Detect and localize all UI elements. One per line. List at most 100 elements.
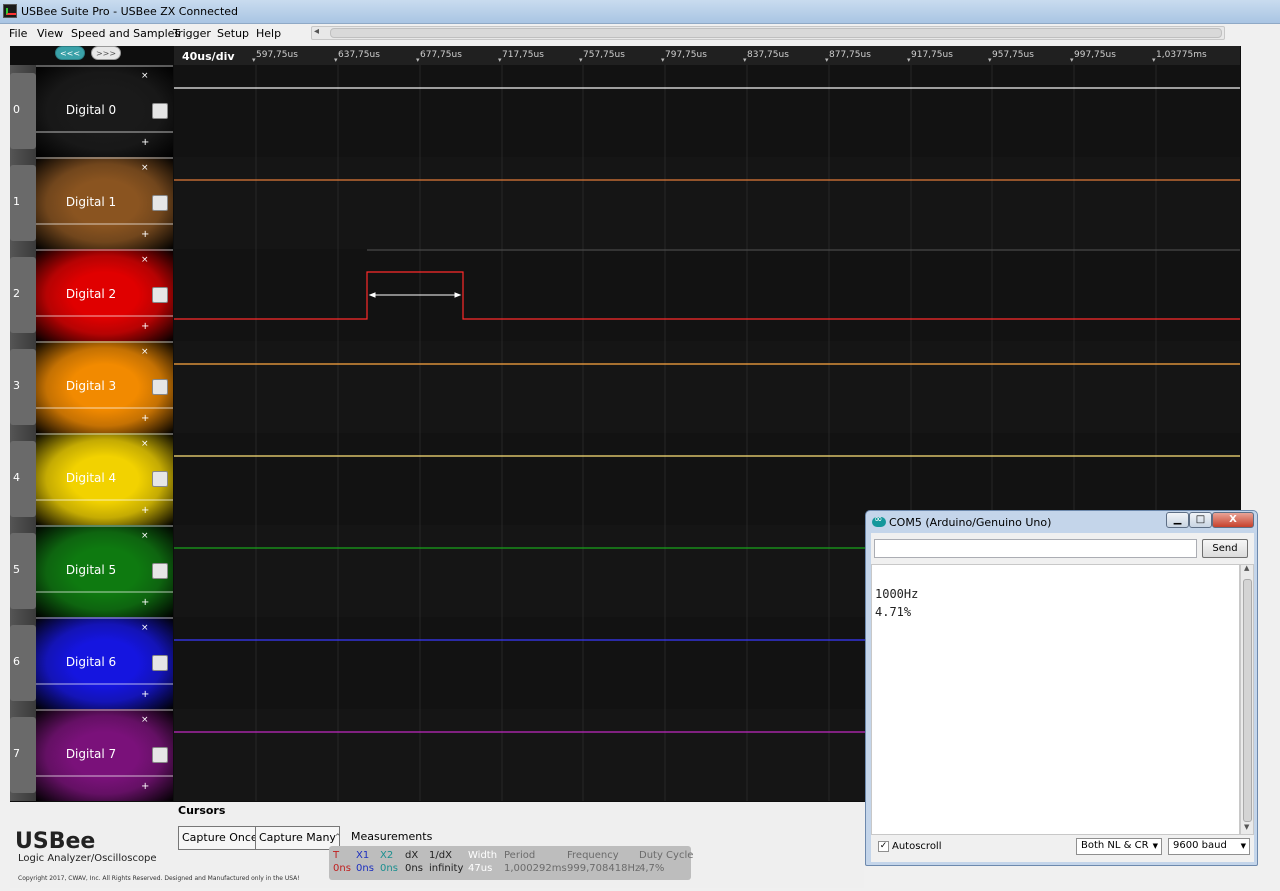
menu-speed-and-samples[interactable]: Speed and Samples [71, 27, 180, 40]
serial-line: 4.71% [875, 605, 912, 619]
copyright-text: Copyright 2017, CWAV, Inc. All Rights Re… [18, 875, 300, 882]
channel-name: Digital 2 [65, 287, 117, 301]
capture-once-button[interactable]: Capture Once [178, 826, 262, 850]
zoom-in-icon[interactable]: + [141, 597, 149, 608]
zoom-out-icon[interactable]: × [141, 71, 149, 81]
zoom-in-icon[interactable]: + [141, 505, 149, 516]
line-ending-select[interactable]: Both NL & CR ▼ [1076, 838, 1162, 855]
close-button[interactable]: X [1212, 512, 1254, 528]
serial-input[interactable] [874, 539, 1197, 558]
zoom-out-icon[interactable]: × [141, 347, 149, 357]
channel-checkbox[interactable] [152, 379, 168, 395]
zoom-out-icon[interactable]: × [141, 439, 149, 449]
autoscroll-label: Autoscroll [892, 841, 942, 852]
measurement-x2: X2 0ns [380, 850, 398, 874]
time-tick: 797,75us [661, 50, 707, 64]
baud-rate-select[interactable]: 9600 baud ▼ [1168, 838, 1250, 855]
channel-name: Digital 1 [65, 195, 117, 209]
channel-checkbox[interactable] [152, 195, 168, 211]
autoscroll-checkbox[interactable]: ✓ [878, 841, 889, 852]
channel-number: 6 [13, 655, 20, 668]
serial-window-title: COM5 (Arduino/Genuino Uno) [889, 516, 1052, 529]
zoom-in-icon[interactable]: + [141, 689, 149, 700]
time-tick: 717,75us [498, 50, 544, 64]
channel-checkbox[interactable] [152, 655, 168, 671]
channel-number: 5 [13, 563, 20, 576]
measurement-width: Width 47us [468, 850, 498, 874]
time-per-division: 40us/div [182, 50, 235, 63]
measurement-dx: dX 0ns [405, 850, 423, 874]
zoom-in-icon[interactable]: + [141, 229, 149, 240]
zoom-out-icon[interactable]: × [141, 163, 149, 173]
channel-number: 2 [13, 287, 20, 300]
scroll-down-icon[interactable]: ▼ [1244, 823, 1249, 831]
channel-number: 0 [13, 103, 20, 116]
minimize-button[interactable]: ▁ [1166, 512, 1189, 528]
channel-name: Digital 6 [65, 655, 117, 669]
chevron-down-icon: ▼ [1240, 842, 1246, 850]
menu-help[interactable]: Help [256, 27, 281, 40]
measurements-title: Measurements [351, 830, 433, 843]
chevron-down-icon: ▼ [1152, 842, 1158, 850]
channel-number: 3 [13, 379, 20, 392]
send-button[interactable]: Send [1202, 539, 1248, 558]
zoom-in-icon[interactable]: + [141, 321, 149, 332]
zoom-out-icon[interactable]: × [141, 531, 149, 541]
time-tick: 677,75us [416, 50, 462, 64]
scroll-thumb[interactable] [1243, 579, 1252, 822]
zoom-out-icon[interactable]: × [141, 255, 149, 265]
zoom-in-icon[interactable]: + [141, 413, 149, 424]
menu-view[interactable]: View [37, 27, 63, 40]
channel-2: 2 Digital 2 × + [10, 249, 173, 341]
scroll-left-icon[interactable]: ◂ [314, 26, 319, 37]
channel-checkbox[interactable] [152, 563, 168, 579]
zoom-out-icon[interactable]: × [141, 623, 149, 633]
channel-4: 4 Digital 4 × + [10, 433, 173, 525]
line-ending-value: Both NL & CR [1081, 840, 1149, 851]
time-tick: 757,75us [579, 50, 625, 64]
app-icon [3, 4, 17, 18]
channel-checkbox[interactable] [152, 103, 168, 119]
zoom-out-icon[interactable]: × [141, 715, 149, 725]
chevron-up-icon: ⌃ [334, 833, 342, 843]
menu-trigger[interactable]: Trigger [173, 27, 211, 40]
channel-checkbox[interactable] [152, 747, 168, 763]
maximize-button[interactable]: □ [1189, 512, 1212, 528]
time-tick: 1,03775ms [1152, 50, 1207, 64]
arduino-icon [872, 514, 886, 527]
scroll-back-button[interactable]: <<< [55, 46, 85, 60]
channel-checkbox[interactable] [152, 287, 168, 303]
serial-scrollbar[interactable]: ▲ ▼ [1240, 564, 1254, 835]
channel-3: 3 Digital 3 × + [10, 341, 173, 433]
scroll-forward-button[interactable]: >>> [91, 46, 121, 60]
channel-0: 0 Digital 0 × + [10, 65, 173, 157]
measurements-toggle[interactable]: ⌃ Measurements [334, 830, 432, 843]
capture-many-button[interactable]: Capture Many [255, 826, 340, 850]
time-tick: 917,75us [907, 50, 953, 64]
serial-output[interactable]: 1000Hz 4.71% [871, 564, 1240, 835]
time-tick: 837,75us [743, 50, 789, 64]
window-title: USBee Suite Pro - USBee ZX Connected [21, 5, 239, 18]
time-tick: 957,75us [988, 50, 1034, 64]
measurement-period: Period 1,000292ms [504, 850, 567, 874]
channel-number: 1 [13, 195, 20, 208]
menu-setup[interactable]: Setup [217, 27, 249, 40]
scroll-thumb[interactable] [330, 28, 1222, 38]
channel-checkbox[interactable] [152, 471, 168, 487]
channel-name: Digital 0 [65, 103, 117, 117]
serial-monitor-window: COM5 (Arduino/Genuino Uno) ▁ □ X Send 10… [865, 510, 1258, 866]
title-bar: USBee Suite Pro - USBee ZX Connected [0, 0, 1280, 24]
zoom-in-icon[interactable]: + [141, 781, 149, 792]
baud-rate-value: 9600 baud [1173, 840, 1227, 851]
brand-logo: USBee [15, 829, 96, 854]
measurement-x1: X1 0ns [356, 850, 374, 874]
menu-file[interactable]: File [9, 27, 27, 40]
horizontal-scrollbar[interactable]: ◂ [311, 26, 1225, 40]
channel-number: 4 [13, 471, 20, 484]
channel-name: Digital 4 [65, 471, 117, 485]
time-ruler: 40us/div 597,75us 637,75us 677,75us 717,… [174, 46, 1240, 65]
time-tick: 597,75us [252, 50, 298, 64]
scroll-up-icon[interactable]: ▲ [1244, 564, 1249, 572]
channel-number: 7 [13, 747, 20, 760]
zoom-in-icon[interactable]: + [141, 137, 149, 148]
